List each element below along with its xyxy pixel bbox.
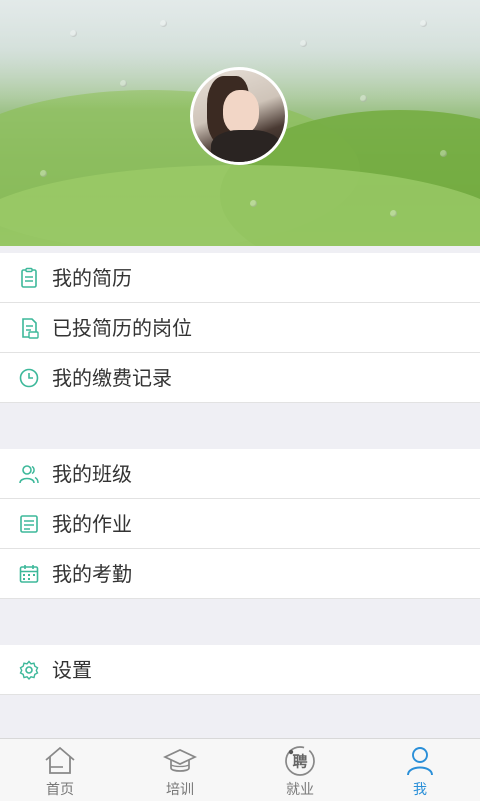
- homework-icon: [20, 515, 38, 533]
- raindrop: [440, 150, 447, 157]
- tab-label: 我: [413, 782, 427, 798]
- raindrop: [40, 170, 47, 177]
- menu-item-label: 设置: [52, 658, 92, 682]
- clock-icon: [19, 368, 39, 388]
- raindrop: [360, 95, 367, 102]
- hire-badge-text: 聘: [292, 753, 307, 771]
- menu-item-my-resume[interactable]: 我的简历: [0, 253, 480, 303]
- menu-group-settings: 设置: [0, 645, 480, 695]
- tab-me[interactable]: 我: [360, 739, 480, 801]
- menu-item-label: 已投简历的岗位: [52, 316, 192, 340]
- person-icon: [407, 747, 433, 776]
- people-icon: [19, 465, 39, 484]
- menu-item-my-attendance[interactable]: 我的考勤: [0, 549, 480, 599]
- gear-icon: [19, 660, 39, 681]
- bottom-tab-bar: 首页 培训 聘 就业 我: [0, 738, 480, 801]
- menu-group-resume: 我的简历 已投简历的岗位 我的缴费记录: [0, 253, 480, 403]
- graduation-cap-icon: [163, 749, 197, 772]
- tab-label: 培训: [166, 782, 194, 798]
- raindrop: [70, 30, 77, 37]
- menu-item-label: 我的缴费记录: [52, 366, 172, 390]
- calendar-icon: [19, 565, 39, 583]
- raindrop: [300, 40, 307, 47]
- raindrop: [250, 200, 257, 207]
- raindrop: [420, 20, 427, 27]
- raindrop: [160, 20, 167, 27]
- home-icon: [45, 746, 75, 774]
- tab-employment[interactable]: 聘 就业: [240, 739, 360, 801]
- profile-header-background: [0, 0, 480, 246]
- applied-jobs-icon: [22, 318, 39, 339]
- menu-item-label: 我的班级: [52, 462, 132, 486]
- menu-item-payment-records[interactable]: 我的缴费记录: [0, 353, 480, 403]
- menu-item-my-homework[interactable]: 我的作业: [0, 499, 480, 549]
- resume-icon: [21, 267, 37, 288]
- avatar[interactable]: [190, 67, 288, 165]
- hire-badge-icon: 聘: [285, 746, 315, 776]
- menu-item-label: 我的作业: [52, 512, 132, 536]
- tab-home[interactable]: 首页: [0, 739, 120, 801]
- menu-group-study: 我的班级 我的作业 我的考勤: [0, 449, 480, 599]
- tab-training[interactable]: 培训: [120, 739, 240, 801]
- menu-item-label: 我的简历: [52, 266, 132, 290]
- menu-item-my-class[interactable]: 我的班级: [0, 449, 480, 499]
- menu-item-applied-jobs[interactable]: 已投简历的岗位: [0, 303, 480, 353]
- tab-label: 首页: [46, 782, 74, 798]
- raindrop: [120, 80, 127, 87]
- menu-item-label: 我的考勤: [52, 562, 132, 586]
- avatar-face: [223, 90, 259, 134]
- tab-label: 就业: [286, 782, 314, 798]
- avatar-body: [211, 130, 281, 162]
- menu-item-settings[interactable]: 设置: [0, 645, 480, 695]
- raindrop: [390, 210, 397, 217]
